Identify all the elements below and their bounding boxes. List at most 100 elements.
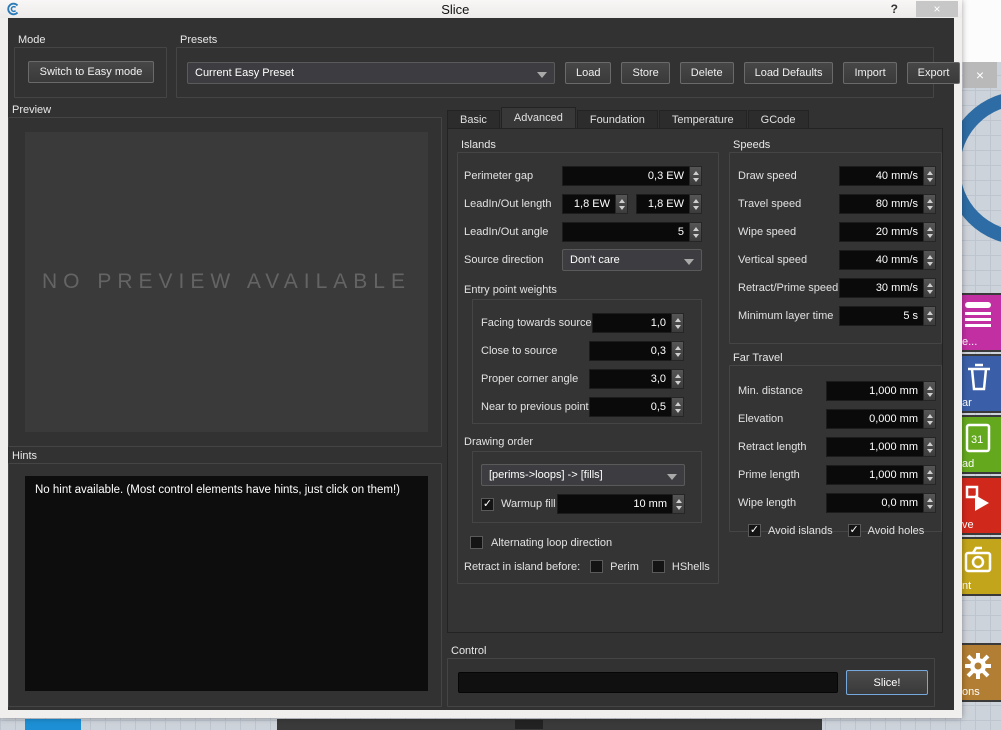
islands-group-title: Islands [461,139,496,151]
background-save-button[interactable]: ve [958,476,1001,535]
field-wipe-speed: Wipe speed 20 mm/s [738,221,936,243]
spinner-buttons[interactable] [671,397,684,417]
retract-prime-speed-input[interactable]: 30 mm/s [839,278,936,298]
spinner-buttons[interactable] [689,222,702,242]
field-facing-towards-source: Facing towards source 1,0 [481,312,684,334]
field-retract-in-island: Retract in island before: Perim HShells [464,560,702,573]
leadout-length-input[interactable]: 1,8 EW [636,194,702,214]
spinner-buttons[interactable] [671,369,684,389]
perimeter-gap-input[interactable]: 0,3 EW [562,166,702,186]
far-travel-group-title: Far Travel [733,352,783,364]
field-warmup-fill: Warmup fill 10 mm [481,493,685,515]
elevation-input[interactable]: 0,000 mm [826,409,936,429]
field-proper-corner-angle: Proper corner angle 3,0 [481,368,684,390]
retract-perim-checkbox[interactable] [590,560,603,573]
tab-basic[interactable]: Basic [447,110,500,128]
load-button[interactable]: Load [565,62,611,84]
prime-length-input[interactable]: 1,000 mm [826,465,936,485]
spinner-buttons[interactable] [689,166,702,186]
save-arrow-icon [963,483,993,518]
spinner-buttons[interactable] [923,306,936,326]
spinner-buttons[interactable] [615,194,628,214]
min-distance-input[interactable]: 1,000 mm [826,381,936,401]
spinner-buttons[interactable] [923,465,936,485]
spinner-buttons[interactable] [671,313,684,333]
wipe-length-input[interactable]: 0,0 mm [826,493,936,513]
slice-dialog: Slice ? × Mode Switch to Easy mode Prese… [0,0,962,718]
delete-button[interactable]: Delete [680,62,734,84]
retract-hshells-checkbox[interactable] [652,560,665,573]
preview-panel: NO PREVIEW AVAILABLE [25,132,428,432]
background-print-button[interactable]: nt [958,537,1001,596]
background-slice-button[interactable]: e... [958,293,1001,352]
drawing-order-select[interactable]: [perims->loops] -> [fills] [481,464,685,486]
draw-speed-input[interactable]: 40 mm/s [839,166,936,186]
vertical-speed-input[interactable]: 40 mm/s [839,250,936,270]
proper-corner-angle-input[interactable]: 3,0 [589,369,684,389]
field-elevation: Elevation 0,000 mm [738,408,936,430]
presets-group-title: Presets [180,34,217,46]
titlebar[interactable]: Slice ? × [0,0,962,18]
field-wipe-length: Wipe length 0,0 mm [738,492,936,514]
spinner-buttons[interactable] [923,222,936,242]
leadinout-angle-input[interactable]: 5 [562,222,702,242]
field-source-direction: Source direction Don't care [464,249,702,271]
source-direction-select[interactable]: Don't care [562,249,702,271]
dialog-content: Mode Switch to Easy mode Presets Current… [8,18,954,710]
slice-button[interactable]: Slice! [846,670,928,695]
avoid-islands-checkbox[interactable] [748,524,761,537]
speeds-group: Speeds Draw speed 40 mm/s Travel speed [729,139,942,344]
retract-length-input[interactable]: 1,000 mm [826,437,936,457]
tab-advanced[interactable]: Advanced [501,107,576,128]
minimum-layer-time-input[interactable]: 5 s [839,306,936,326]
preset-selected-value: Current Easy Preset [195,67,294,79]
background-bottom-slider[interactable] [515,720,543,729]
spinner-buttons[interactable] [923,381,936,401]
alternating-loop-checkbox[interactable] [470,536,483,549]
spinner-buttons[interactable] [671,341,684,361]
tab-gcode[interactable]: GCode [748,110,809,128]
spinner-buttons[interactable] [923,493,936,513]
spinner-buttons[interactable] [923,166,936,186]
field-min-distance: Min. distance 1,000 mm [738,380,936,402]
store-button[interactable]: Store [621,62,669,84]
close-button[interactable]: × [916,1,958,17]
spinner-buttons[interactable] [923,194,936,214]
far-travel-group: Far Travel Min. distance 1,000 mm Elevat… [729,352,942,532]
travel-speed-input[interactable]: 80 mm/s [839,194,936,214]
avoid-holes-checkbox[interactable] [848,524,861,537]
close-to-source-input[interactable]: 0,3 [589,341,684,361]
drawing-order-box: [perims->loops] -> [fills] Warmup fill 1… [472,451,702,523]
leadin-length-input[interactable]: 1,8 EW [562,194,628,214]
chevron-down-icon [537,72,547,78]
no-preview-text: NO PREVIEW AVAILABLE [42,270,411,294]
warmup-fill-input[interactable]: 10 mm [557,494,685,514]
svg-text:31: 31 [971,434,983,446]
spinner-buttons[interactable] [923,278,936,298]
import-button[interactable]: Import [843,62,896,84]
help-button[interactable]: ? [891,2,898,16]
entry-point-weights-box: Facing towards source 1,0 Close to sourc… [472,299,702,424]
wipe-speed-input[interactable]: 20 mm/s [839,222,936,242]
warmup-fill-checkbox[interactable] [481,498,494,511]
switch-easy-mode-button[interactable]: Switch to Easy mode [28,61,154,83]
facing-towards-source-input[interactable]: 1,0 [592,313,684,333]
tab-foundation[interactable]: Foundation [577,110,658,128]
preset-select[interactable]: Current Easy Preset [187,62,555,84]
near-previous-point-input[interactable]: 0,5 [589,397,684,417]
spinner-buttons[interactable] [923,437,936,457]
export-button[interactable]: Export [907,62,961,84]
spinner-buttons[interactable] [689,194,702,214]
background-clear-button[interactable]: ar [958,354,1001,413]
spinner-buttons[interactable] [923,250,936,270]
background-options-button[interactable]: ons [958,643,1001,702]
spinner-buttons[interactable] [923,409,936,429]
background-load-button[interactable]: 31 ad [958,415,1001,474]
tab-temperature[interactable]: Temperature [659,110,747,128]
background-bottom-toolbar [277,719,822,730]
close-icon: × [933,2,940,16]
spinner-buttons[interactable] [672,494,685,514]
background-close-icon[interactable]: × [963,62,997,88]
load-defaults-button[interactable]: Load Defaults [744,62,834,84]
background-bottom-blue-button[interactable] [25,719,81,730]
